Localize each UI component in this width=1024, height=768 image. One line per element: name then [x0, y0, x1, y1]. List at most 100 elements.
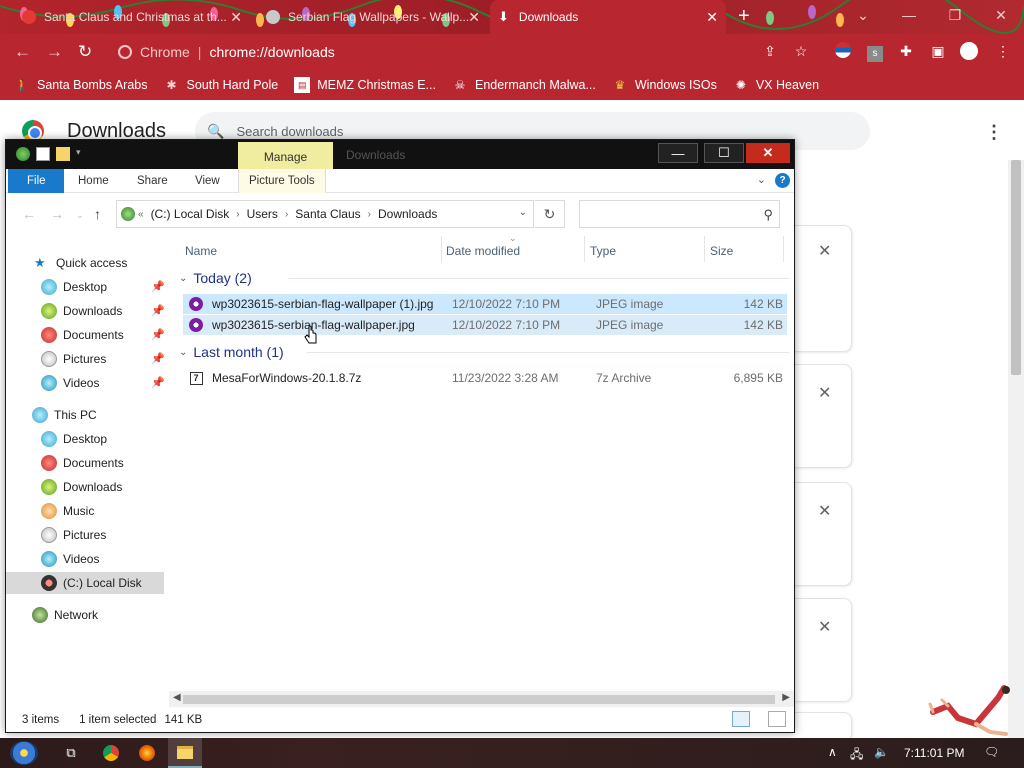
omnibox[interactable]: Chrome | chrome://downloads: [108, 39, 828, 65]
firefox-taskbar-icon[interactable]: [138, 744, 156, 762]
tab-view[interactable]: View: [195, 169, 220, 193]
file-explorer-taskbar-icon[interactable]: [168, 738, 202, 768]
page-scrollbar[interactable]: [1008, 160, 1024, 740]
chevron-down-icon[interactable]: ⌄: [519, 207, 527, 218]
share-icon[interactable]: ⇪: [761, 42, 779, 60]
nav-quick-access[interactable]: ★ Quick access: [6, 252, 164, 274]
pin-icon[interactable]: 📌: [151, 376, 165, 389]
column-header-type[interactable]: Type: [590, 240, 616, 262]
search-input[interactable]: ⚲: [579, 200, 780, 228]
pin-icon[interactable]: 📌: [151, 352, 165, 365]
tab-home[interactable]: Home: [78, 169, 109, 193]
bookmark-santa-bombs-arabs[interactable]: 🚶 Santa Bombs Arabs: [14, 77, 148, 93]
back-icon[interactable]: ←: [14, 42, 31, 62]
remove-download-icon[interactable]: ✕: [818, 383, 831, 403]
remove-download-icon[interactable]: ✕: [818, 617, 831, 637]
column-divider[interactable]: [783, 236, 784, 262]
breadcrumb-santa-claus[interactable]: Santa Claus: [295, 207, 360, 221]
bookmark-vx-heaven[interactable]: ✺ VX Heaven: [733, 77, 819, 93]
details-view-icon[interactable]: [732, 711, 750, 727]
help-icon[interactable]: ?: [775, 173, 790, 188]
pin-icon[interactable]: 📌: [151, 280, 165, 293]
nav-pc-downloads[interactable]: Downloads: [6, 476, 164, 498]
scroll-left-icon[interactable]: ◀: [173, 692, 181, 703]
nav-quick-pictures[interactable]: Pictures 📌: [6, 348, 165, 370]
new-folder-icon[interactable]: [56, 147, 70, 161]
chevron-right-icon[interactable]: ›: [285, 209, 288, 220]
show-hidden-icons-icon[interactable]: ∧: [828, 745, 837, 759]
notifications-icon[interactable]: 🗨: [984, 745, 999, 759]
network-tray-icon[interactable]: 🖧: [850, 745, 863, 766]
chrome-menu-icon[interactable]: ⋮: [994, 42, 1012, 60]
recent-locations-icon[interactable]: ⌄: [76, 210, 84, 221]
remove-download-icon[interactable]: ✕: [818, 241, 831, 261]
nav-pc-pictures[interactable]: Pictures: [6, 524, 164, 546]
column-divider[interactable]: [704, 236, 705, 262]
column-divider[interactable]: [441, 236, 442, 262]
tab-manage[interactable]: Manage: [238, 142, 333, 171]
tab-downloads[interactable]: ⬇ Downloads ✕: [490, 0, 726, 34]
large-icons-view-icon[interactable]: [768, 711, 786, 727]
chevron-down-icon[interactable]: ⌄: [179, 347, 187, 358]
customize-qat-icon[interactable]: ▾: [76, 147, 86, 161]
reload-icon[interactable]: ↻: [78, 42, 92, 62]
bookmark-endermanch[interactable]: ☠ Endermanch Malwa...: [452, 77, 596, 93]
extension-flag-icon[interactable]: [834, 42, 852, 60]
column-divider[interactable]: [584, 236, 585, 262]
minimize-button[interactable]: —: [886, 0, 932, 30]
bookmark-windows-isos[interactable]: ♛ Windows ISOs: [612, 77, 716, 93]
profile-avatar-icon[interactable]: [960, 42, 978, 60]
nav-pc-local-disk[interactable]: (C:) Local Disk: [6, 572, 164, 594]
breadcrumb-users[interactable]: Users: [247, 207, 278, 221]
nav-pc-music[interactable]: Music: [6, 500, 164, 522]
task-view-icon[interactable]: ⧉: [62, 744, 80, 762]
more-actions-icon[interactable]: ⋮: [985, 122, 1003, 143]
chrome-taskbar-icon[interactable]: [102, 744, 120, 762]
close-button[interactable]: ✕: [746, 143, 790, 163]
maximize-button[interactable]: ☐: [704, 143, 744, 163]
column-header-name[interactable]: Name: [185, 240, 217, 262]
forward-icon[interactable]: →: [46, 42, 63, 62]
refresh-button[interactable]: ↻: [535, 200, 565, 228]
bookmark-south-hard-pole[interactable]: ✱ South Hard Pole: [163, 77, 278, 93]
column-header-size[interactable]: Size: [710, 240, 733, 262]
nav-this-pc[interactable]: This PC: [6, 404, 164, 426]
group-header-today[interactable]: ⌄ Today (2): [179, 268, 789, 288]
nav-network[interactable]: Network: [6, 604, 164, 626]
tab-share[interactable]: Share: [137, 169, 168, 193]
pin-icon[interactable]: 📌: [151, 328, 165, 341]
bookmark-star-icon[interactable]: ☆: [792, 42, 810, 60]
minimize-button[interactable]: —: [658, 143, 698, 163]
overflow-chevron-icon[interactable]: «: [138, 209, 144, 220]
scroll-right-icon[interactable]: ▶: [782, 692, 790, 703]
close-icon[interactable]: ✕: [230, 9, 242, 26]
extensions-puzzle-icon[interactable]: ✚: [897, 42, 915, 60]
nav-pc-desktop[interactable]: Desktop: [6, 428, 164, 450]
up-icon[interactable]: ↑: [94, 206, 101, 222]
pin-icon[interactable]: 📌: [151, 304, 165, 317]
chevron-right-icon[interactable]: ›: [236, 209, 239, 220]
nav-quick-videos[interactable]: Videos 📌: [6, 372, 165, 394]
bookmark-memz[interactable]: ▤ MEMZ Christmas E...: [294, 77, 436, 93]
file-row[interactable]: 7 MesaForWindows-20.1.8.7z 11/23/2022 3:…: [183, 368, 787, 388]
back-icon[interactable]: ←: [22, 206, 36, 222]
tab-santa[interactable]: Santa Claus and Christmas at th... ✕: [14, 0, 250, 34]
tab-picture-tools[interactable]: Picture Tools: [238, 169, 326, 193]
tab-serbian-flag[interactable]: Serbian Flag Wallpapers - Wallp... ✕: [258, 0, 488, 34]
scrollbar-thumb[interactable]: [183, 695, 775, 704]
volume-icon[interactable]: 🔈: [874, 745, 889, 759]
nav-quick-documents[interactable]: Documents 📌: [6, 324, 165, 346]
file-row[interactable]: wp3023615-serbian-flag-wallpaper.jpg 12/…: [183, 315, 787, 335]
remove-download-icon[interactable]: ✕: [818, 501, 831, 521]
chevron-right-icon[interactable]: ›: [368, 209, 371, 220]
group-header-last-month[interactable]: ⌄ Last month (1): [179, 342, 789, 362]
start-button[interactable]: [10, 741, 38, 765]
clock[interactable]: 7:11:01 PM: [904, 746, 964, 760]
scrollbar-thumb[interactable]: [1011, 160, 1021, 375]
tab-search-icon[interactable]: ⌄: [840, 0, 886, 30]
tab-file[interactable]: File: [8, 169, 64, 193]
chevron-down-icon[interactable]: ⌄: [179, 273, 187, 284]
close-icon[interactable]: ✕: [468, 9, 480, 26]
horizontal-scrollbar[interactable]: ◀ ▶: [169, 691, 794, 707]
forward-icon[interactable]: →: [50, 206, 64, 222]
